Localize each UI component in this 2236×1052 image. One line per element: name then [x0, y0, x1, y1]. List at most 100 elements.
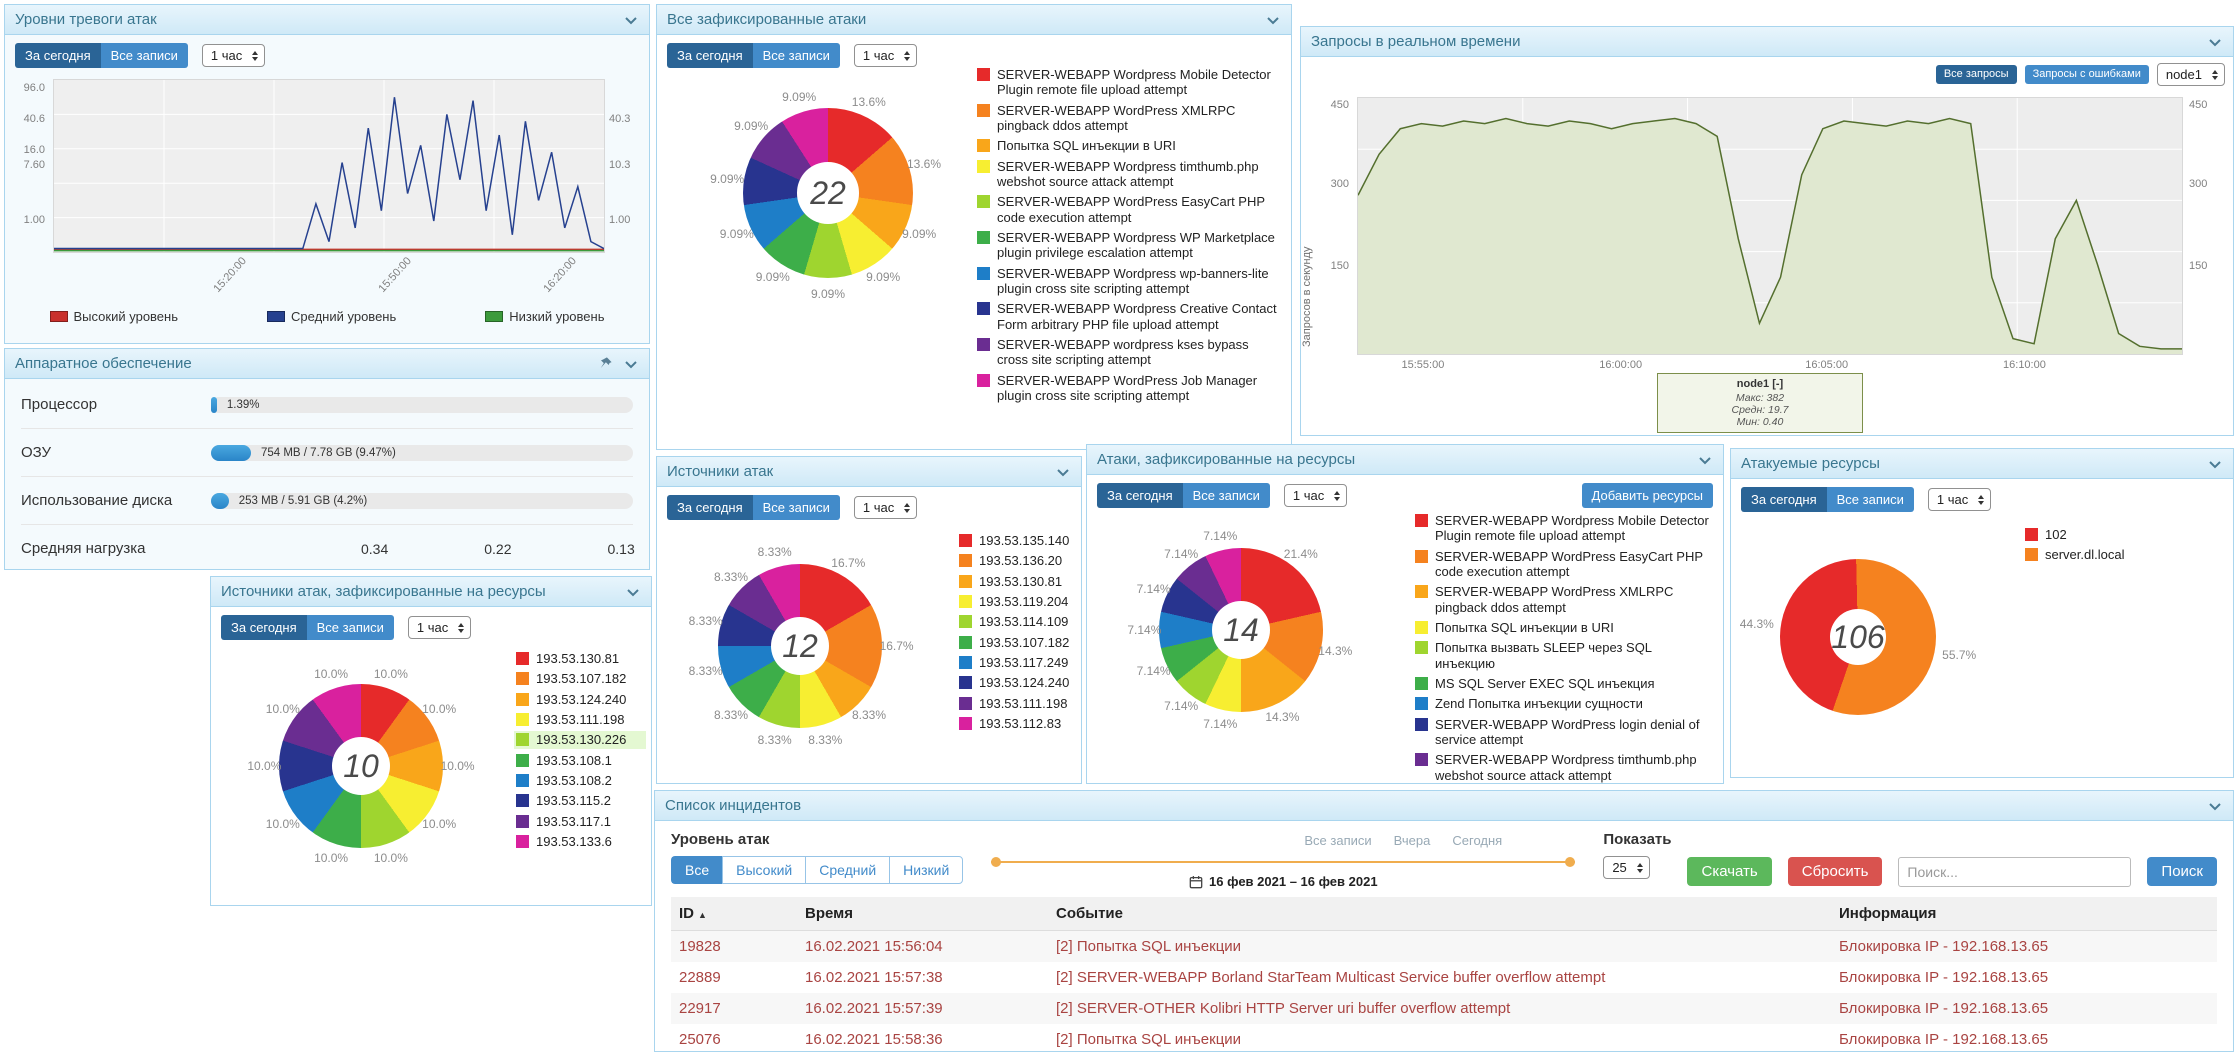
- legend-item[interactable]: 193.53.130.81: [514, 650, 646, 667]
- quick-range-link[interactable]: Все записи: [1304, 833, 1371, 848]
- pin-icon[interactable]: [598, 356, 613, 371]
- reset-button[interactable]: Сбросить: [1788, 857, 1883, 886]
- legend-item[interactable]: 193.53.117.249: [957, 654, 1079, 671]
- panel-header[interactable]: Все зафиксированные атаки: [657, 5, 1291, 35]
- legend-item[interactable]: SERVER-WEBAPP WordPress login denial of …: [1413, 716, 1715, 749]
- today-button[interactable]: За сегодня: [667, 495, 753, 520]
- legend-item[interactable]: SERVER-WEBAPP Wordpress Creative Contact…: [975, 300, 1279, 333]
- legend-item[interactable]: Средний уровень: [267, 309, 396, 324]
- legend-item[interactable]: SERVER-WEBAPP WordPress XMLRPC pingback …: [1413, 583, 1715, 616]
- all-records-button[interactable]: Все записи: [101, 43, 188, 68]
- legend-item[interactable]: SERVER-WEBAPP WordPress EasyCart PHP cod…: [1413, 548, 1715, 581]
- legend-item[interactable]: Попытка вызвать SLEEP через SQL инъекцию: [1413, 639, 1715, 672]
- column-event[interactable]: Событие: [1048, 897, 1831, 931]
- legend-item[interactable]: 193.53.119.204: [957, 593, 1079, 610]
- table-row[interactable]: 25076 16.02.2021 15:58:36 [2] Попытка SQ…: [671, 1024, 2217, 1051]
- today-button[interactable]: За сегодня: [1741, 487, 1827, 512]
- column-id[interactable]: ID▲: [671, 897, 797, 931]
- legend-item[interactable]: SERVER-WEBAPP Wordpress Mobile Detector …: [975, 66, 1279, 99]
- legend-item[interactable]: Высокий уровень: [50, 309, 178, 324]
- chevron-down-icon[interactable]: [623, 12, 639, 28]
- legend-item[interactable]: SERVER-WEBAPP WordPress XMLRPC pingback …: [975, 102, 1279, 135]
- interval-select[interactable]: 1 час: [408, 616, 471, 639]
- level-low-button[interactable]: Низкий: [889, 856, 963, 884]
- alert-levels-chart[interactable]: [53, 79, 605, 253]
- legend-item[interactable]: MS SQL Server EXEC SQL инъекция: [1413, 675, 1715, 692]
- donut-chart[interactable]: 14: [1159, 548, 1322, 711]
- level-high-button[interactable]: Высокий: [722, 856, 805, 884]
- interval-select[interactable]: 1 час: [1928, 488, 1991, 511]
- chevron-down-icon[interactable]: [1697, 452, 1713, 468]
- legend-item[interactable]: 193.53.114.109: [957, 613, 1079, 630]
- panel-header[interactable]: Атакуемые ресурсы: [1731, 449, 2233, 479]
- legend-item[interactable]: 193.53.111.198: [514, 711, 646, 728]
- all-records-button[interactable]: Все записи: [1827, 487, 1914, 512]
- interval-select[interactable]: 1 час: [854, 44, 917, 67]
- error-requests-button[interactable]: Запросы с ошибками: [2025, 65, 2149, 84]
- legend-item[interactable]: Попытка SQL инъекции в URI: [975, 137, 1279, 154]
- legend-item[interactable]: SERVER-WEBAPP WordPress Job Manager plug…: [975, 372, 1279, 405]
- slider-track[interactable]: [991, 861, 1575, 863]
- legend-item[interactable]: 193.53.107.182: [514, 670, 646, 687]
- legend-item[interactable]: 193.53.135.140: [957, 532, 1079, 549]
- legend-item[interactable]: SERVER-WEBAPP Wordpress WP Marketplace p…: [975, 229, 1279, 262]
- all-records-button[interactable]: Все записи: [753, 495, 840, 520]
- legend-item[interactable]: 193.53.112.83: [957, 715, 1079, 732]
- legend-item[interactable]: SERVER-WEBAPP Wordpress timthumb.php web…: [1413, 751, 1715, 783]
- all-records-button[interactable]: Все записи: [307, 615, 394, 640]
- interval-select[interactable]: 1 час: [202, 44, 265, 67]
- legend-item[interactable]: Zend Попытка инъекции сущности: [1413, 695, 1715, 712]
- legend-item[interactable]: 193.53.115.2: [514, 792, 646, 809]
- all-records-button[interactable]: Все записи: [753, 43, 840, 68]
- donut-chart[interactable]: 22: [743, 108, 913, 278]
- download-button[interactable]: Скачать: [1687, 857, 1771, 886]
- donut-chart[interactable]: 12: [718, 564, 881, 727]
- legend-item[interactable]: SERVER-WEBAPP WordPress EasyCart PHP cod…: [975, 193, 1279, 226]
- today-button[interactable]: За сегодня: [221, 615, 307, 640]
- chevron-down-icon[interactable]: [623, 356, 639, 372]
- panel-header[interactable]: Аппаратное обеспечение: [5, 349, 649, 379]
- search-button[interactable]: Поиск: [2147, 857, 2217, 886]
- panel-header[interactable]: Уровни тревоги атак: [5, 5, 649, 35]
- level-medium-button[interactable]: Средний: [805, 856, 889, 884]
- panel-header[interactable]: Источники атак, зафиксированные на ресур…: [211, 577, 651, 607]
- panel-header[interactable]: Список инцидентов: [655, 791, 2233, 821]
- chevron-down-icon[interactable]: [2207, 34, 2223, 50]
- legend-item[interactable]: 193.53.124.240: [514, 691, 646, 708]
- legend-item[interactable]: 193.53.136.20: [957, 552, 1079, 569]
- donut-chart[interactable]: 106: [1780, 559, 1936, 715]
- chevron-down-icon[interactable]: [2207, 798, 2223, 814]
- interval-select[interactable]: 1 час: [1284, 484, 1347, 507]
- add-resources-button[interactable]: Добавить ресурсы: [1582, 483, 1713, 508]
- legend-item[interactable]: 193.53.107.182: [957, 634, 1079, 651]
- chevron-down-icon[interactable]: [1265, 12, 1281, 28]
- chevron-down-icon[interactable]: [1055, 464, 1071, 480]
- node-select[interactable]: node1: [2157, 63, 2225, 86]
- donut-chart[interactable]: 10: [279, 684, 442, 847]
- table-row[interactable]: 22889 16.02.2021 15:57:38 [2] SERVER-WEB…: [671, 962, 2217, 993]
- column-info[interactable]: Информация: [1831, 897, 2217, 931]
- legend-item[interactable]: 193.53.111.198: [957, 695, 1079, 712]
- legend-item[interactable]: 193.53.130.226: [514, 731, 646, 748]
- panel-header[interactable]: Запросы в реальном времени: [1301, 27, 2233, 57]
- legend-item[interactable]: 193.53.117.1: [514, 813, 646, 830]
- chevron-down-icon[interactable]: [2207, 456, 2223, 472]
- all-records-button[interactable]: Все записи: [1183, 483, 1270, 508]
- legend-item[interactable]: Попытка SQL инъекции в URI: [1413, 619, 1715, 636]
- table-row[interactable]: 19828 16.02.2021 15:56:04 [2] Попытка SQ…: [671, 931, 2217, 963]
- quick-range-link[interactable]: Вчера: [1394, 833, 1431, 848]
- chevron-down-icon[interactable]: [625, 584, 641, 600]
- date-range-slider[interactable]: [991, 856, 1575, 868]
- today-button[interactable]: За сегодня: [667, 43, 753, 68]
- search-input[interactable]: [1898, 857, 2131, 887]
- legend-item[interactable]: 193.53.124.240: [957, 674, 1079, 691]
- realtime-chart[interactable]: [1357, 97, 2183, 355]
- legend-item[interactable]: 193.53.133.6: [514, 833, 646, 850]
- legend-item[interactable]: 193.53.130.81: [957, 573, 1079, 590]
- page-size-select[interactable]: 25: [1603, 856, 1649, 879]
- panel-header[interactable]: Атаки, зафиксированные на ресурсы: [1087, 445, 1723, 475]
- legend-item[interactable]: SERVER-WEBAPP Wordpress timthumb.php web…: [975, 158, 1279, 191]
- legend-item[interactable]: SERVER-WEBAPP wordpress kses bypass cros…: [975, 336, 1279, 369]
- legend-item[interactable]: server.dl.local: [2023, 546, 2223, 563]
- panel-header[interactable]: Источники атак: [657, 457, 1081, 487]
